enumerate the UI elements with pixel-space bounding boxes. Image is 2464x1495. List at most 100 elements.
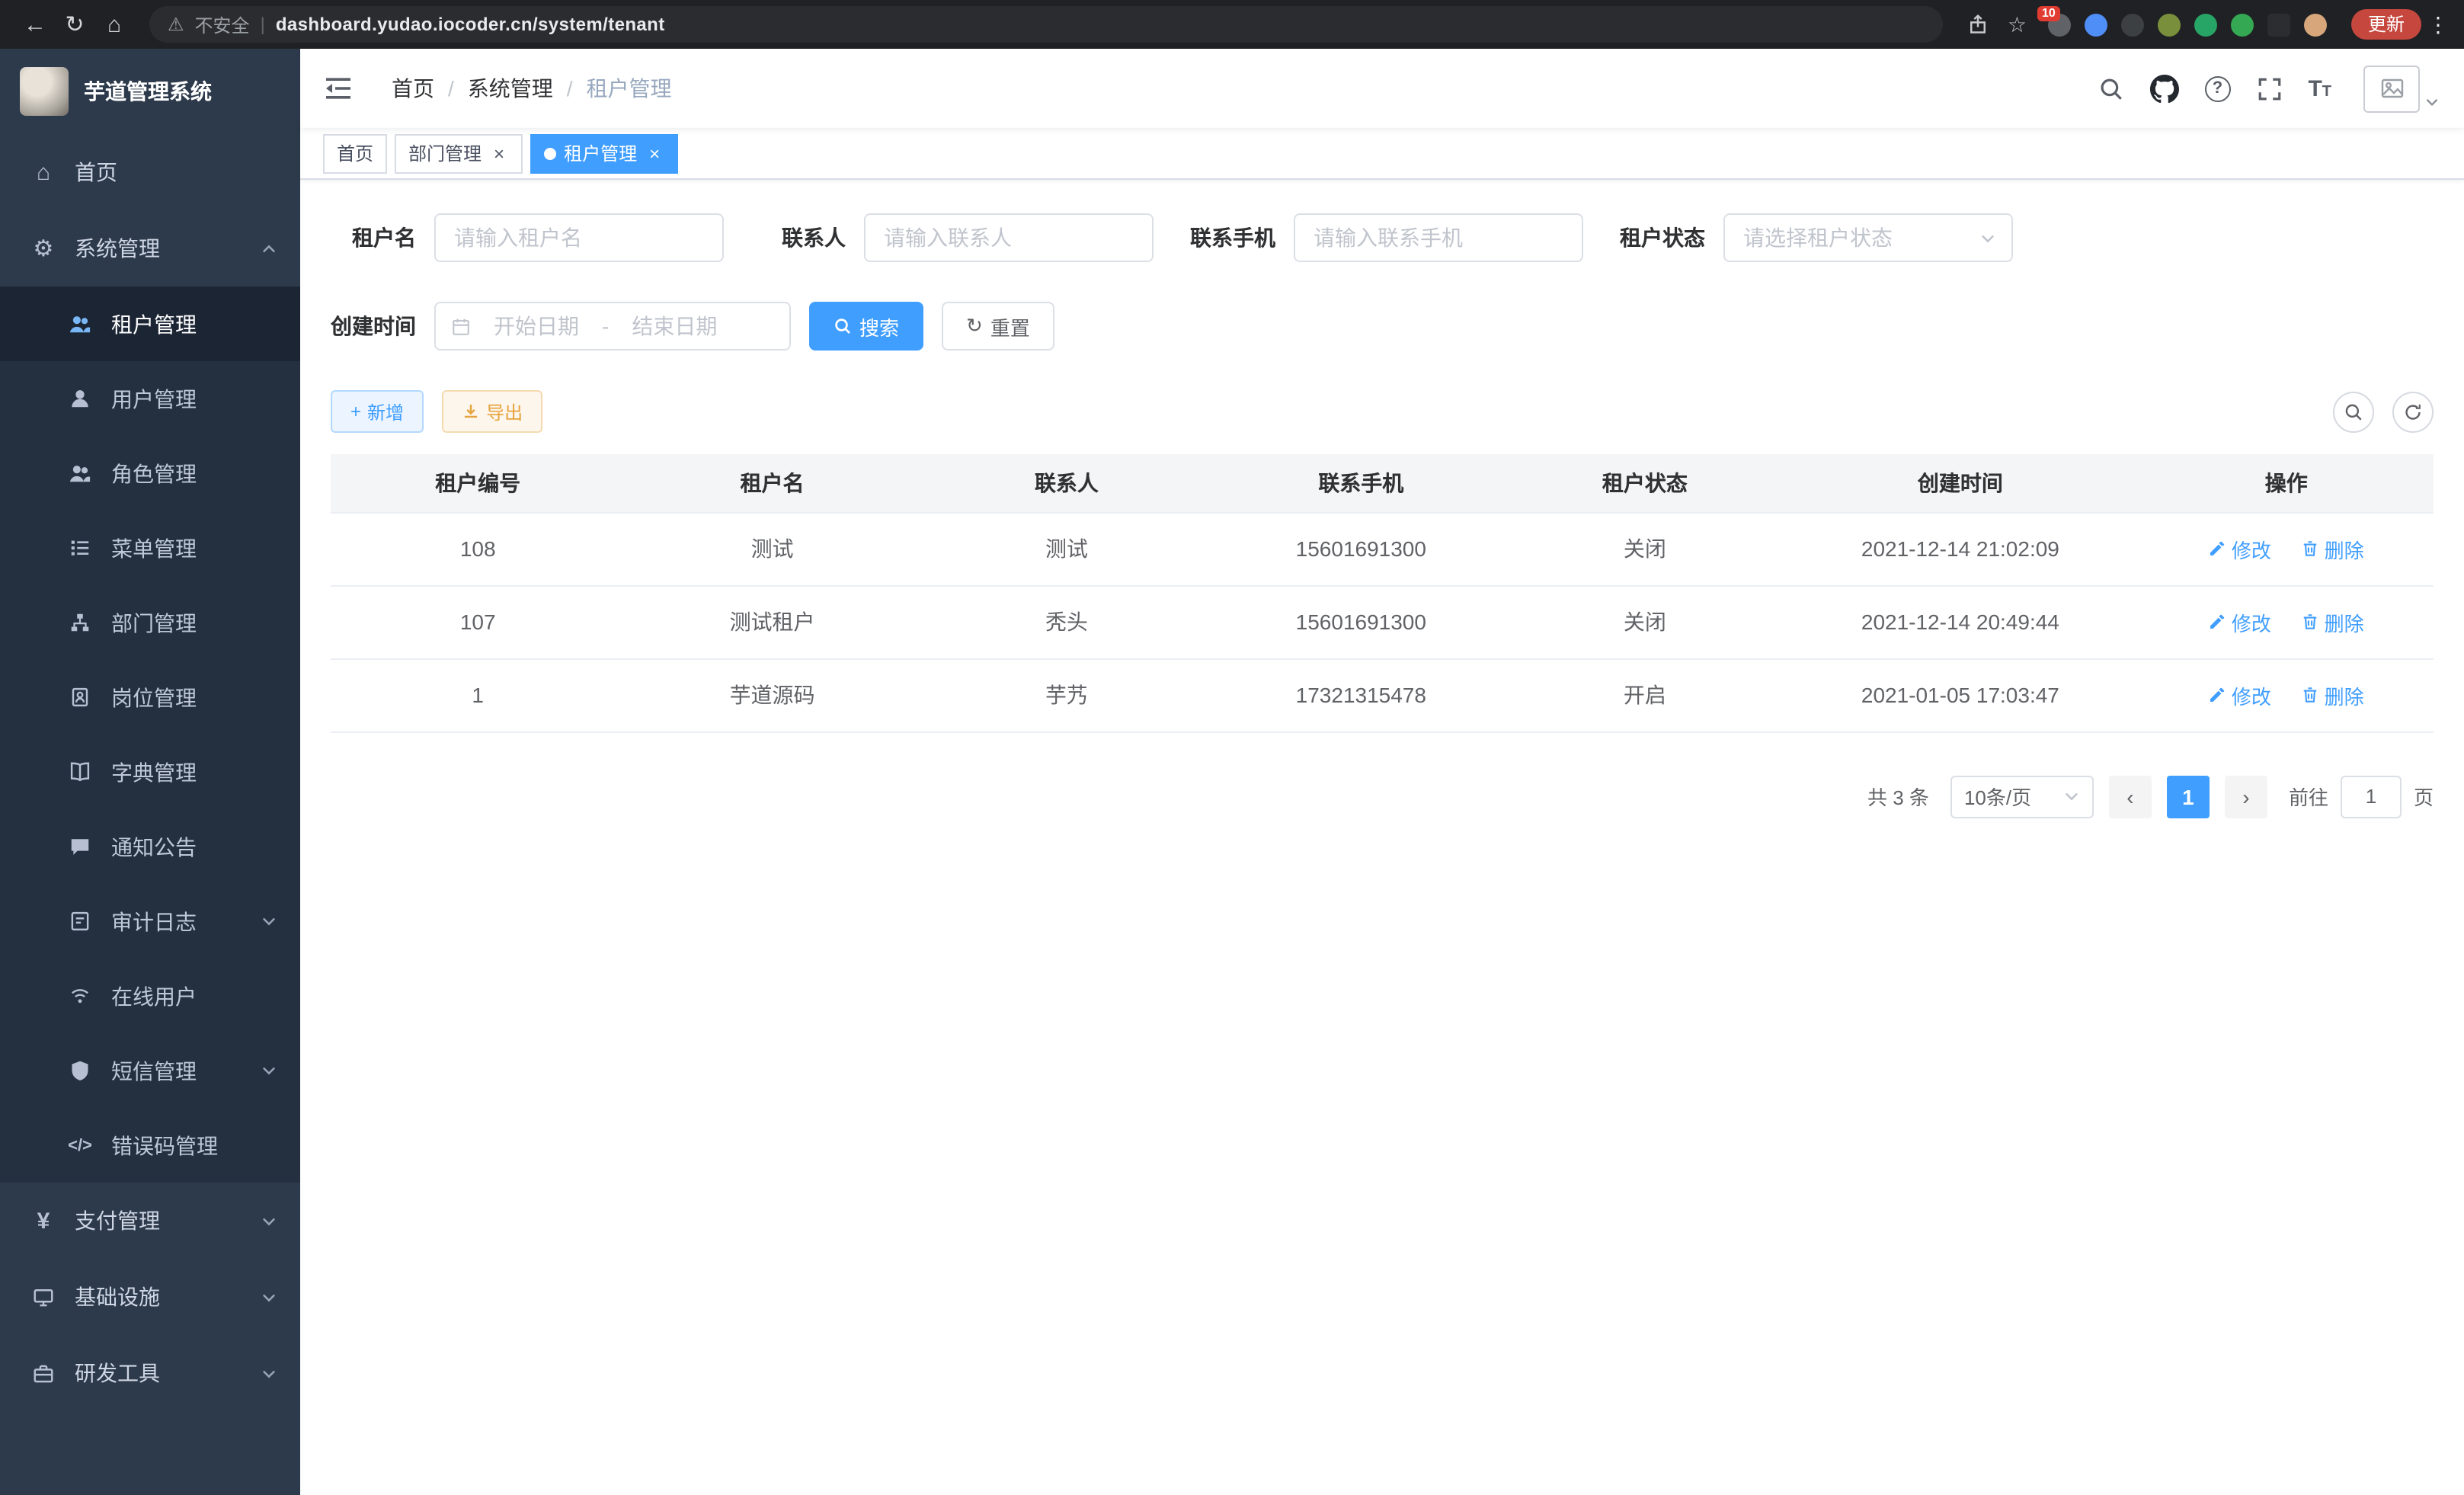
edit-link[interactable]: 修改 — [2209, 680, 2271, 709]
tab-tenant-active[interactable]: 租户管理 × — [530, 133, 678, 173]
home-icon[interactable]: ⌂ — [94, 11, 134, 37]
list-icon — [67, 536, 93, 559]
delete-link[interactable]: 删除 — [2302, 607, 2364, 636]
tenant-name-input[interactable] — [454, 215, 704, 261]
toggle-search-button[interactable] — [2333, 391, 2374, 432]
extension-icon[interactable] — [2085, 13, 2107, 36]
extension-icon[interactable] — [2304, 13, 2327, 36]
mobile-input[interactable] — [1314, 215, 1563, 261]
sidebar: 芋道管理系统 ⌂ 首页 ⚙ 系统管理 租户管理 — [0, 49, 300, 1495]
tab-dept[interactable]: 部门管理 × — [395, 133, 523, 173]
sidebar-item-dict[interactable]: 字典管理 — [0, 735, 300, 809]
code-icon: </> — [67, 1136, 93, 1154]
table-row: 108 测试 测试 15601691300 关闭 2021-12-14 21:0… — [331, 512, 2434, 585]
pagination: 共 3 条 10条/页 ‹ 1 › 前往 页 — [331, 775, 2434, 818]
fullscreen-icon[interactable] — [2256, 75, 2282, 101]
refresh-icon: ↻ — [966, 314, 983, 338]
address-bar[interactable]: ⚠ 不安全 | dashboard.yudao.iocoder.cn/syste… — [149, 6, 1944, 43]
monitor-icon — [30, 1285, 56, 1308]
roles-icon — [67, 462, 93, 485]
sidebar-item-menu[interactable]: 菜单管理 — [0, 511, 300, 585]
sidebar-item-audit-log[interactable]: 审计日志 — [0, 884, 300, 959]
edit-link-label: 修改 — [2232, 534, 2271, 563]
sidebar-collapse-icon[interactable] — [325, 76, 352, 101]
add-button[interactable]: + 新增 — [331, 390, 424, 433]
users-icon — [67, 312, 93, 335]
filter-status: 租户状态 请选择租户状态 — [1620, 213, 2013, 262]
cell-id: 107 — [331, 585, 625, 658]
cell-status: 开启 — [1509, 658, 1782, 731]
delete-link[interactable]: 删除 — [2302, 680, 2364, 709]
sidebar-item-user[interactable]: 用户管理 — [0, 361, 300, 436]
sidebar-item-post[interactable]: 岗位管理 — [0, 660, 300, 735]
end-date-input[interactable] — [618, 303, 731, 349]
sidebar-menu: ⌂ 首页 ⚙ 系统管理 租户管理 用户管理 — [0, 134, 300, 1411]
sidebar-item-home[interactable]: ⌂ 首页 — [0, 134, 300, 210]
breadcrumb-item[interactable]: 系统管理 — [468, 73, 553, 104]
page-button-1[interactable]: 1 — [2167, 775, 2210, 818]
bookmark-star-icon[interactable]: ☆ — [2008, 11, 2027, 37]
refresh-table-button[interactable] — [2392, 391, 2434, 432]
extension-icon[interactable] — [2158, 13, 2181, 36]
help-icon[interactable]: ? — [2204, 75, 2230, 101]
next-page-button[interactable]: › — [2225, 775, 2267, 818]
close-icon[interactable]: × — [645, 142, 664, 164]
sidebar-item-tenant[interactable]: 租户管理 — [0, 287, 300, 361]
sidebar-logo[interactable]: 芋道管理系统 — [0, 49, 300, 134]
extension-icon[interactable] — [2231, 13, 2254, 36]
extension-icon[interactable] — [2194, 13, 2217, 36]
edit-link-label: 修改 — [2232, 607, 2271, 636]
delete-link[interactable]: 删除 — [2302, 534, 2364, 563]
chevron-down-icon — [261, 1212, 277, 1229]
table-toolbar: + 新增 导出 — [331, 390, 2434, 433]
sidebar-item-devtools[interactable]: 研发工具 — [0, 1335, 300, 1411]
sidebar-item-label: 在线用户 — [111, 981, 197, 1011]
page-size-select[interactable]: 10条/页 — [1950, 775, 2094, 818]
close-icon[interactable]: × — [489, 142, 509, 164]
prev-page-button[interactable]: ‹ — [2109, 775, 2152, 818]
sidebar-item-role[interactable]: 角色管理 — [0, 436, 300, 511]
browser-update-button[interactable]: 更新 — [2351, 9, 2421, 40]
org-tree-icon — [67, 611, 93, 634]
sidebar-submenu-system: 租户管理 用户管理 角色管理 菜单管理 — [0, 287, 300, 1183]
back-icon[interactable]: ← — [15, 11, 55, 37]
filter-row-2: 创建时间 - 搜索 ↻ 重置 — [331, 302, 2434, 351]
sidebar-item-dept[interactable]: 部门管理 — [0, 585, 300, 660]
search-button[interactable]: 搜索 — [809, 302, 923, 351]
cell-mobile: 17321315478 — [1214, 658, 1508, 731]
browser-menu-icon[interactable]: ⋮ — [2427, 11, 2449, 37]
sidebar-item-notice[interactable]: 通知公告 — [0, 809, 300, 884]
reset-button[interactable]: ↻ 重置 — [942, 302, 1054, 351]
sidebar-item-error-code[interactable]: </> 错误码管理 — [0, 1108, 300, 1183]
extension-icon[interactable]: 10 — [2048, 13, 2071, 36]
page-unit-label: 页 — [2414, 782, 2434, 811]
status-select[interactable]: 请选择租户状态 — [1723, 213, 2013, 262]
start-date-input[interactable] — [480, 303, 593, 349]
breadcrumb-item[interactable]: 首页 — [392, 73, 434, 104]
goto-page-input[interactable] — [2341, 775, 2402, 818]
extension-icon[interactable] — [2121, 13, 2144, 36]
share-icon[interactable] — [1968, 14, 1989, 35]
cell-name: 测试 — [625, 512, 919, 585]
contact-input[interactable] — [884, 215, 1134, 261]
extension-icon[interactable] — [2267, 13, 2290, 36]
reload-icon[interactable]: ↻ — [55, 11, 94, 38]
export-button[interactable]: 导出 — [442, 390, 542, 433]
sidebar-item-infra[interactable]: 基础设施 — [0, 1259, 300, 1335]
user-avatar-menu[interactable] — [2363, 65, 2440, 112]
cell-mobile: 15601691300 — [1214, 585, 1508, 658]
cell-name: 测试租户 — [625, 585, 919, 658]
sidebar-item-payment[interactable]: ¥ 支付管理 — [0, 1183, 300, 1259]
date-range-picker[interactable]: - — [434, 302, 791, 351]
edit-link[interactable]: 修改 — [2209, 534, 2271, 563]
sidebar-item-online-users[interactable]: 在线用户 — [0, 959, 300, 1033]
tab-home[interactable]: 首页 — [323, 133, 387, 173]
font-size-icon[interactable]: TT — [2308, 77, 2331, 100]
sidebar-item-sms[interactable]: 短信管理 — [0, 1033, 300, 1108]
search-icon[interactable] — [2098, 75, 2123, 101]
cell-created: 2021-12-14 20:49:44 — [1781, 585, 2139, 658]
delete-link-label: 删除 — [2325, 607, 2364, 636]
github-icon[interactable] — [2149, 74, 2178, 103]
edit-link[interactable]: 修改 — [2209, 607, 2271, 636]
sidebar-item-system[interactable]: ⚙ 系统管理 — [0, 210, 300, 287]
